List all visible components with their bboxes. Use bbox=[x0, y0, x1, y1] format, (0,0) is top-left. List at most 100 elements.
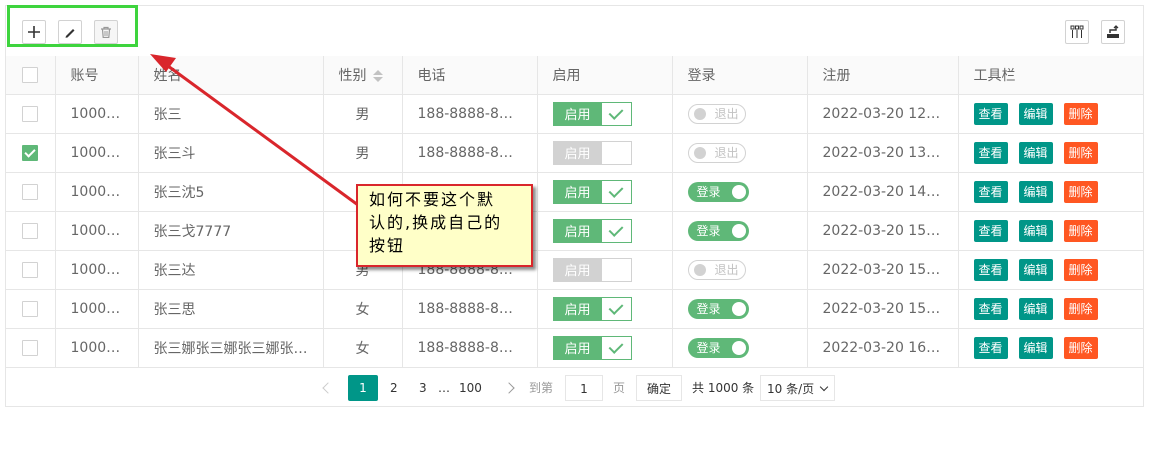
delete-row-button[interactable]: 删除 bbox=[1063, 336, 1098, 359]
login-toggle[interactable]: 退出 bbox=[687, 259, 746, 280]
edit-row-button[interactable]: 编辑 bbox=[1018, 219, 1053, 242]
delete-row-button[interactable]: 删除 bbox=[1063, 180, 1098, 203]
columns-filter-icon bbox=[1070, 25, 1084, 38]
login-toggle-label: 退出 bbox=[714, 107, 739, 121]
cell-gender: 女 bbox=[323, 328, 403, 368]
login-toggle-label: 退出 bbox=[714, 146, 739, 160]
delete-row-button[interactable]: 删除 bbox=[1063, 258, 1098, 281]
enabled-switch[interactable]: 启用 bbox=[552, 218, 632, 243]
enabled-switch[interactable]: 启用 bbox=[552, 101, 632, 126]
view-button[interactable]: 查看 bbox=[973, 258, 1008, 281]
column-header-phone[interactable]: 电话 bbox=[402, 56, 538, 95]
view-button[interactable]: 查看 bbox=[973, 219, 1008, 242]
row-checkbox[interactable] bbox=[22, 261, 39, 278]
enabled-switch[interactable]: 启用 bbox=[552, 257, 632, 282]
row-checkbox[interactable] bbox=[22, 105, 39, 122]
login-toggle[interactable]: 登录 bbox=[687, 220, 749, 241]
cell-registered: 2022-03-20 15:30 bbox=[807, 250, 959, 290]
page-last-button[interactable]: 100 bbox=[459, 375, 482, 401]
row-checkbox[interactable] bbox=[22, 339, 39, 356]
column-header-account[interactable]: 账号 bbox=[55, 56, 139, 95]
enabled-switch-label: 启用 bbox=[553, 141, 602, 164]
row-checkbox[interactable] bbox=[22, 144, 39, 161]
column-header-login[interactable]: 登录 bbox=[672, 56, 808, 95]
row-select-cell bbox=[6, 328, 56, 368]
login-toggle[interactable]: 登录 bbox=[687, 298, 749, 319]
row-checkbox[interactable] bbox=[22, 183, 39, 200]
delete-row-button[interactable]: 删除 bbox=[1063, 102, 1098, 125]
enabled-switch-box bbox=[601, 180, 631, 203]
user-table: 账号 姓名 性别 电话 启用 登录 注册 工具栏 100001 张三男 188-88… bbox=[6, 56, 1144, 368]
callout-line: 认的,换成自己的 bbox=[369, 213, 503, 232]
edit-row-button[interactable]: 编辑 bbox=[1018, 180, 1053, 203]
column-header-toolbar[interactable]: 工具栏 bbox=[958, 56, 1144, 95]
login-toggle[interactable]: 退出 bbox=[687, 103, 746, 124]
enabled-switch-label: 启用 bbox=[553, 102, 602, 125]
cell-actions: 查看 编辑 删除 bbox=[958, 172, 1144, 212]
sort-icon[interactable] bbox=[372, 69, 383, 83]
enabled-switch[interactable]: 启用 bbox=[552, 335, 632, 360]
cell-enabled: 启用 bbox=[537, 211, 673, 251]
page-size-select[interactable]: 10 条/页 bbox=[760, 375, 835, 401]
view-button[interactable]: 查看 bbox=[973, 336, 1008, 359]
view-button[interactable]: 查看 bbox=[973, 297, 1008, 320]
column-header-registered[interactable]: 注册 bbox=[807, 56, 959, 95]
table-row[interactable]: 100006 张三思女 188-8888-8893 启用 登录 2022-03-20 15… bbox=[6, 289, 1144, 329]
goto-confirm-button[interactable]: 确定 bbox=[636, 375, 682, 401]
column-header-name[interactable]: 姓名 bbox=[138, 56, 324, 95]
delete-row-button[interactable]: 删除 bbox=[1063, 141, 1098, 164]
columns-filter-button[interactable] bbox=[1065, 20, 1089, 44]
prev-page-button[interactable] bbox=[322, 375, 338, 401]
check-icon bbox=[608, 182, 624, 198]
pagination: 1 2 3 … 100 到第 1 页 确定 共 1000 条 10 条/页 bbox=[6, 369, 1143, 407]
next-page-button[interactable] bbox=[503, 375, 519, 401]
check-icon bbox=[608, 104, 624, 120]
login-toggle[interactable]: 退出 bbox=[687, 142, 746, 163]
table-row[interactable]: 100002 张三斗男 188-8888-8889 启用 退出 2022-03-20 13… bbox=[6, 133, 1144, 173]
column-header-enabled[interactable]: 启用 bbox=[537, 56, 673, 95]
export-button[interactable] bbox=[1101, 20, 1125, 44]
page-1-button[interactable]: 1 bbox=[348, 375, 378, 401]
cell-login: 退出 bbox=[672, 133, 808, 173]
toggle-knob bbox=[731, 223, 746, 238]
edit-row-button[interactable]: 编辑 bbox=[1018, 102, 1053, 125]
row-checkbox[interactable] bbox=[22, 300, 39, 317]
enabled-switch[interactable]: 启用 bbox=[552, 140, 632, 165]
goto-page-input[interactable]: 1 bbox=[565, 375, 603, 401]
question-callout: 如何不要这个默 认的,换成自己的 按钮 bbox=[356, 184, 533, 267]
login-toggle[interactable]: 登录 bbox=[687, 181, 749, 202]
view-button[interactable]: 查看 bbox=[973, 102, 1008, 125]
table-header-row: 账号 姓名 性别 电话 启用 登录 注册 工具栏 bbox=[6, 56, 1144, 95]
table-row[interactable]: 100007 张三娜张三娜张三娜张三娜女 188-8888-8894 启用 登录 2022… bbox=[6, 328, 1144, 368]
table-row[interactable]: 100004张三戈7777男188-8888-8891启用登录2022-03-2… bbox=[6, 211, 1144, 251]
column-header-gender[interactable]: 性别 bbox=[323, 56, 403, 95]
delete-row-button[interactable]: 删除 bbox=[1063, 219, 1098, 242]
edit-row-button[interactable]: 编辑 bbox=[1018, 336, 1053, 359]
enabled-switch[interactable]: 启用 bbox=[552, 296, 632, 321]
enabled-switch[interactable]: 启用 bbox=[552, 179, 632, 204]
delete-row-button[interactable]: 删除 bbox=[1063, 297, 1098, 320]
column-header-gender-label: 性别 bbox=[338, 67, 367, 84]
highlight-box bbox=[7, 5, 138, 47]
page-3-button[interactable]: 3 bbox=[419, 375, 427, 401]
cell-gender: 男 bbox=[323, 94, 403, 134]
cell-registered: 2022-03-20 14:00 bbox=[807, 172, 959, 212]
page-2-button[interactable]: 2 bbox=[390, 375, 398, 401]
select-all-checkbox[interactable] bbox=[22, 66, 39, 83]
view-button[interactable]: 查看 bbox=[973, 141, 1008, 164]
table-row[interactable]: 100005 张三达男 188-8888-8892 启用 退出 2022-03-20 15… bbox=[6, 250, 1144, 290]
edit-row-button[interactable]: 编辑 bbox=[1018, 297, 1053, 320]
table-row[interactable]: 100003张三沈5女188-8888-8890启用登录2022-03-20 1… bbox=[6, 172, 1144, 212]
edit-row-button[interactable]: 编辑 bbox=[1018, 141, 1053, 164]
edit-row-button[interactable]: 编辑 bbox=[1018, 258, 1053, 281]
cell-account: 100004 bbox=[55, 211, 139, 251]
login-toggle[interactable]: 登录 bbox=[687, 337, 749, 358]
row-select-cell bbox=[6, 289, 56, 329]
cell-account: 100001 bbox=[55, 94, 139, 134]
row-checkbox[interactable] bbox=[22, 222, 39, 239]
cell-actions: 查看 编辑 删除 bbox=[958, 211, 1144, 251]
toggle-knob bbox=[693, 263, 706, 276]
view-button[interactable]: 查看 bbox=[973, 180, 1008, 203]
cell-enabled: 启用 bbox=[537, 250, 673, 290]
table-row[interactable]: 100001 张三男 188-8888-8888 启用 退出 2022-03-20 12:… bbox=[6, 94, 1144, 134]
